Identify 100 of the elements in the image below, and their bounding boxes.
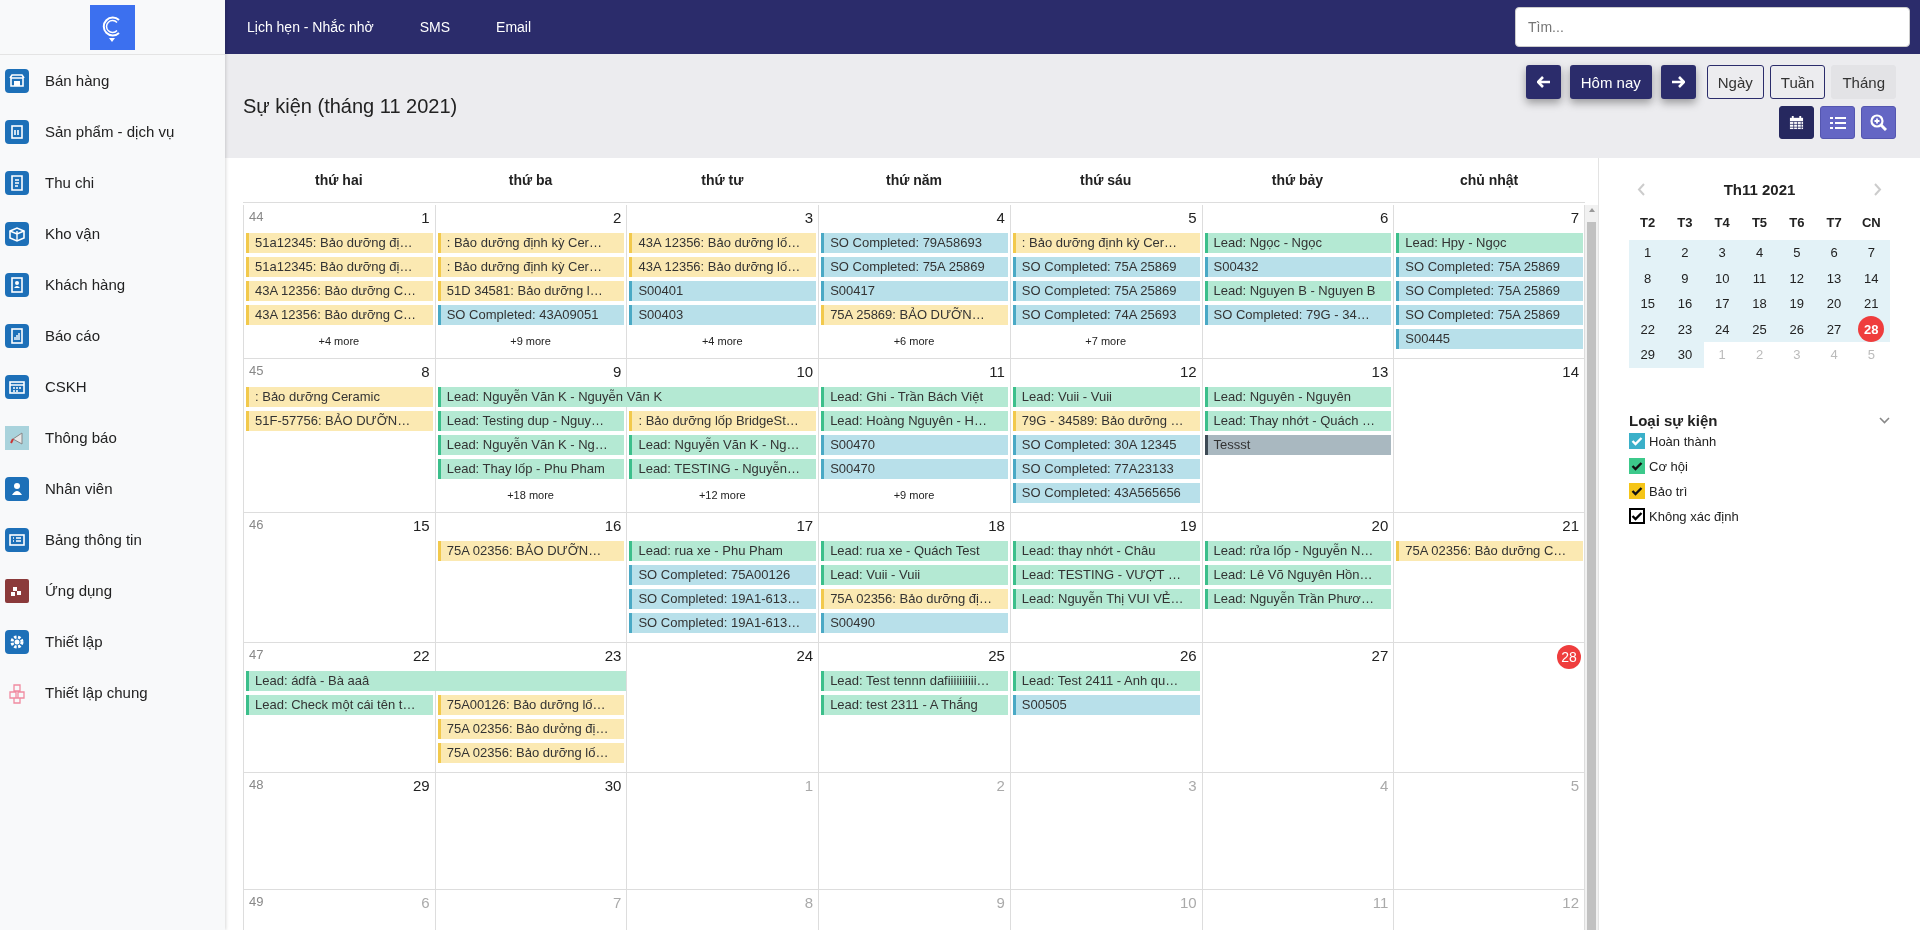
date-cell[interactable]: 13: [1815, 265, 1853, 291]
sidebar-item[interactable]: Bảng thông tin: [0, 514, 225, 565]
calendar-event[interactable]: S00505: [1012, 695, 1200, 715]
view-tab[interactable]: Ngày: [1706, 65, 1764, 99]
calendar-event[interactable]: SO Completed: 77A23133: [1012, 459, 1200, 479]
view-tab[interactable]: Tuần: [1769, 65, 1826, 99]
calendar-event[interactable]: Lead: rua xe - Phu Pham: [629, 541, 817, 561]
date-cell[interactable]: 12: [1778, 265, 1816, 291]
sidebar-item[interactable]: Thiết lập chung: [0, 667, 225, 718]
zoom-view-button[interactable]: [1861, 106, 1896, 139]
calendar-event[interactable]: S00417: [821, 281, 1008, 301]
date-cell[interactable]: 5: [1778, 240, 1816, 266]
calendar-event[interactable]: SO Completed: 75A 25869: [1012, 257, 1200, 277]
chevron-down-icon[interactable]: [1879, 416, 1890, 424]
nav-link[interactable]: Lịch hẹn - Nhắc nhở: [247, 19, 374, 35]
sidebar-item[interactable]: Nhân viên: [0, 463, 225, 514]
calendar-event[interactable]: 75A 02356: Bảo dưỡng C…: [1396, 541, 1583, 561]
calendar-event[interactable]: SO Completed: 79G - 34…: [1204, 305, 1392, 325]
list-view-button[interactable]: [1820, 106, 1855, 139]
date-cell[interactable]: 15: [1629, 291, 1667, 317]
calendar-event[interactable]: S00403: [629, 305, 817, 325]
calendar-event[interactable]: Lead: Nguyễn Trần Phươ…: [1204, 589, 1392, 609]
calendar-event[interactable]: Lead: TESTING - Nguyễn…: [629, 459, 817, 479]
calendar-event[interactable]: Lead: Vuii - Vuii: [821, 565, 1008, 585]
calendar-event[interactable]: SO Completed: 75A00126: [629, 565, 817, 585]
calendar-event[interactable]: S00470: [821, 435, 1008, 455]
calendar-event[interactable]: 75A 02356: Bảo dưỡng đị…: [821, 589, 1008, 609]
checkbox[interactable]: [1629, 508, 1645, 524]
calendar-event[interactable]: Lead: Hpy - Ngọc: [1396, 233, 1583, 253]
sidebar-item[interactable]: Thông báo: [0, 412, 225, 463]
more-events-link[interactable]: +9 more: [510, 335, 551, 347]
calendar-event[interactable]: 75A 25869: BẢO DƯỠN…: [821, 305, 1008, 325]
more-events-link[interactable]: +6 more: [893, 335, 935, 347]
date-cell[interactable]: 1: [1629, 240, 1667, 266]
calendar-event[interactable]: S00445: [1396, 329, 1583, 349]
calendar-event[interactable]: SO Completed: 79A58693: [821, 233, 1008, 253]
date-cell[interactable]: 3: [1703, 240, 1741, 266]
filter-option[interactable]: Cơ hội: [1629, 453, 1890, 479]
next-button[interactable]: [1660, 65, 1696, 99]
calendar-event[interactable]: Lead: Nguyễn Văn K - Nguyễn Văn K: [437, 387, 819, 407]
calendar-event[interactable]: Lead: Testing dup - Nguy…: [437, 411, 625, 431]
calendar-event[interactable]: 43A 12356: Bảo dưỡng lố…: [629, 233, 817, 253]
calendar-event[interactable]: 75A00126: Bảo dưỡng lố…: [437, 695, 625, 715]
calendar-event[interactable]: : Bảo dưỡng lốp BridgeSt…: [629, 411, 817, 431]
calendar-event[interactable]: Lead: Ngọc - Ngọc: [1204, 233, 1392, 253]
calendar-event[interactable]: Lead: Hoàng Nguyên - H…: [821, 411, 1008, 431]
calendar-event[interactable]: 43A 12356: Bảo dưỡng C…: [246, 305, 433, 325]
sidebar-item[interactable]: Khách hàng: [0, 259, 225, 310]
calendar-event[interactable]: Lead: Nguyễn Thị VUI VẺ…: [1012, 589, 1200, 609]
calendar-event[interactable]: Lead: rua xe - Quách Test: [821, 541, 1008, 561]
calendar-event[interactable]: Lead: Ghi - Trần Bách Việt: [821, 387, 1008, 407]
calendar-event[interactable]: 75A 02356: Bảo dưởng đị…: [437, 719, 625, 739]
calendar-event[interactable]: Lead: Nguyên - Nguyên: [1204, 387, 1392, 407]
calendar-event[interactable]: SO Completed: 19A1-613…: [629, 589, 817, 609]
more-events-link[interactable]: +12 more: [698, 489, 746, 501]
date-cell[interactable]: 19: [1778, 291, 1816, 317]
calendar-event[interactable]: S00401: [629, 281, 817, 301]
sidebar-item[interactable]: Bán hàng: [0, 55, 225, 106]
calendar-event[interactable]: SO Completed: 19A1-613…: [629, 613, 817, 633]
checkbox[interactable]: [1629, 458, 1645, 474]
calendar-event[interactable]: Lead: Nguyễn Văn K - Ng…: [629, 435, 817, 455]
sidebar-item[interactable]: Báo cáo: [0, 310, 225, 361]
previous-button[interactable]: [1525, 65, 1561, 99]
calendar-event[interactable]: 51a12345: Bảo dưỡng đị…: [246, 233, 433, 253]
calendar-event[interactable]: SO Completed: 75A 25869: [1396, 281, 1583, 301]
sidebar-item[interactable]: Sản phẩm - dịch vụ: [0, 106, 225, 157]
calendar-event[interactable]: S00490: [821, 613, 1008, 633]
calendar-event[interactable]: SO Completed: 75A 25869: [1012, 281, 1200, 301]
calendar-event[interactable]: SO Completed: 75A 25869: [821, 257, 1008, 277]
filter-option[interactable]: Hoàn thành: [1629, 428, 1890, 454]
date-cell[interactable]: 16: [1666, 291, 1704, 317]
sidebar-item[interactable]: CSKH: [0, 361, 225, 412]
scrollbar[interactable]: [1585, 205, 1598, 930]
calendar-event[interactable]: : Bảo dưỡng định kỳ Cer…: [437, 257, 625, 277]
date-cell[interactable]: 26: [1778, 316, 1816, 342]
calendar-event[interactable]: SO Completed: 43A565656: [1012, 483, 1200, 503]
calendar-event[interactable]: Lead: Check một cái tên t…: [246, 695, 433, 715]
calendar-event[interactable]: SO Completed: 74A 25693: [1012, 305, 1200, 325]
date-cell[interactable]: 4: [1740, 240, 1779, 266]
date-cell[interactable]: 6: [1815, 240, 1853, 266]
calendar-event[interactable]: Lead: thay nhớt - Châu: [1012, 541, 1200, 561]
checkbox[interactable]: [1629, 433, 1645, 449]
calendar-event[interactable]: 43A 12356: Bảo dưỡng lố…: [629, 257, 817, 277]
calendar-event[interactable]: Lead: Nguyễn Văn K - Ng…: [437, 435, 625, 455]
calendar-event[interactable]: Tessst: [1204, 435, 1392, 455]
more-events-link[interactable]: +9 more: [893, 489, 935, 501]
sidebar-item[interactable]: Thiết lập: [0, 616, 225, 667]
calendar-event[interactable]: : Bảo dưỡng định kỳ Cer…: [437, 233, 625, 253]
today-button[interactable]: Hôm nay: [1569, 65, 1652, 99]
more-events-link[interactable]: +18 more: [507, 489, 554, 501]
calendar-event[interactable]: S00470: [821, 459, 1008, 479]
calendar-event[interactable]: 75A 02356: BẢO DƯỠN…: [437, 541, 625, 561]
date-cell[interactable]: 30: [1666, 342, 1704, 368]
date-cell[interactable]: 8: [1629, 265, 1667, 291]
calendar-event[interactable]: S00432: [1204, 257, 1392, 277]
filter-option[interactable]: Không xác định: [1629, 503, 1890, 529]
calendar-event[interactable]: Lead: Thay lốp - Phu Pham: [437, 459, 625, 479]
calendar-event[interactable]: SO Completed: 43A09051: [437, 305, 625, 325]
date-cell[interactable]: 20: [1815, 291, 1853, 317]
calendar-event[interactable]: Lead: TESTING - VƯỢT …: [1012, 565, 1200, 585]
